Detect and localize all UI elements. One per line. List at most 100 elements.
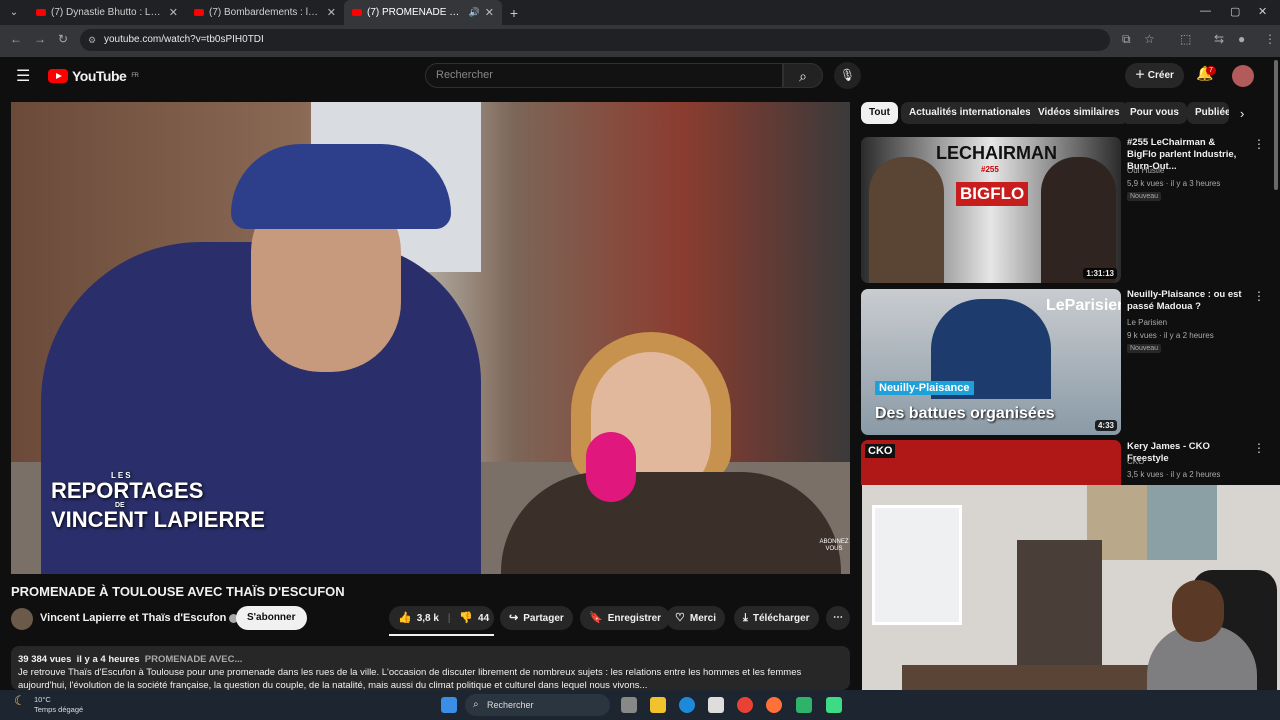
more-actions-button[interactable]: ⋯ [826, 606, 850, 630]
store-icon[interactable] [708, 697, 724, 713]
reco-menu-icon[interactable]: ⋮ [1253, 137, 1265, 151]
chip-pour-vous[interactable]: Pour vous [1122, 102, 1187, 124]
download-button[interactable]: ⤓ Télécharger [734, 606, 819, 630]
close-tab-icon[interactable]: ✕ [485, 6, 494, 19]
reco-meta-3: 3,5 k vues · il y a 2 heures [1127, 470, 1221, 479]
edge-icon[interactable] [679, 697, 695, 713]
sidebar-icon[interactable]: ⇆ [1214, 32, 1224, 46]
chip-videos-similaires[interactable]: Vidéos similaires [1030, 102, 1128, 124]
reco-channel-3[interactable]: CKO [1127, 457, 1144, 466]
save-button[interactable]: 🔖 Enregistrer [580, 606, 671, 630]
close-tab-icon[interactable]: ✕ [327, 6, 336, 19]
reload-icon[interactable]: ↻ [58, 32, 68, 46]
subscribe-button[interactable]: S'abonner [236, 606, 307, 630]
video-player[interactable]: LES REPORTAGES DE VINCENT LAPIERRE ABONN… [11, 102, 850, 574]
thumb-text-headline: Des battues organisées [875, 405, 1055, 422]
search-placeholder: Rechercher [436, 69, 493, 81]
bookmark-star-icon[interactable]: ☆ [1144, 32, 1155, 46]
reco-channel-2[interactable]: Le Parisien [1127, 318, 1167, 327]
android-icon[interactable] [826, 697, 842, 713]
video-duration: 1:31:13 [1083, 268, 1117, 279]
dislike-button[interactable]: 👎 44 [459, 612, 489, 624]
close-window-icon[interactable]: ✕ [1258, 5, 1267, 18]
taskbar-search-label: Rechercher [487, 700, 534, 710]
tab-list-icon[interactable]: ⌄ [0, 7, 28, 18]
reco-thumbnail-1[interactable]: LECHAIRMAN #255 BIGFLO 1:31:13 [861, 137, 1121, 283]
thumb-text-bigflo: BIGFLO [956, 182, 1029, 206]
app-icon[interactable] [796, 697, 812, 713]
youtube-play-icon [48, 69, 68, 83]
scrollbar[interactable] [1274, 60, 1278, 190]
voice-search-button[interactable]: 🎙 [834, 62, 861, 89]
menu-icon[interactable]: ⋮ [1264, 32, 1276, 46]
tab-2[interactable]: (7) Bombardements : la fuite et... ✕ [186, 0, 344, 25]
extensions-icon[interactable]: ⬚ [1180, 32, 1191, 46]
thanks-button[interactable]: ♡ Merci [666, 606, 725, 630]
browser-tab-bar: ⌄ (7) Dynastie Bhutto : La Saga S... ✕ (7… [0, 0, 1280, 25]
download-label: Télécharger [752, 613, 810, 624]
channel-name[interactable]: Vincent Lapierre et Thaïs d'Escufon [40, 612, 239, 624]
profile-icon[interactable]: ● [1238, 32, 1245, 46]
file-explorer-icon[interactable] [650, 697, 666, 713]
weather-temp: 10°C [34, 695, 51, 704]
share-button[interactable]: ↪ Partager [500, 606, 573, 630]
reco-menu-icon[interactable]: ⋮ [1253, 289, 1265, 303]
reco-thumbnail-2[interactable]: LeParisien Neuilly-Plaisance Des battues… [861, 289, 1121, 435]
description-meta: 39 384 vues il y a 4 heures PROMENADE AV… [18, 653, 843, 666]
weather-widget[interactable]: ☾ 10°C Temps dégagé [14, 694, 83, 715]
thanks-heart-icon: ♡ [675, 612, 685, 624]
audio-icon[interactable]: 🔊 [469, 7, 480, 18]
tab-1[interactable]: (7) Dynastie Bhutto : La Saga S... ✕ [28, 0, 186, 25]
close-tab-icon[interactable]: ✕ [169, 6, 178, 19]
chip-actualites-internationales[interactable]: Actualités internationales [901, 102, 1039, 124]
tab-3-active[interactable]: (7) PROMENADE À TOULO... 🔊 ✕ [344, 0, 502, 25]
thumb-person-left [869, 157, 944, 283]
share-label: Partager [523, 613, 564, 624]
maximize-icon[interactable]: ▢ [1230, 5, 1240, 18]
like-button[interactable]: 👍 3,8 k [398, 612, 439, 624]
microphone-icon: 🎙 [839, 68, 856, 82]
taskbar-search[interactable]: ⌕ Rechercher [465, 694, 610, 716]
site-info-icon[interactable]: ⚙ [88, 29, 96, 51]
youtube-favicon-icon [194, 9, 204, 16]
description-text: Je retrouve Thaïs d'Escufon à Toulouse p… [18, 667, 802, 690]
plus-icon: ＋ [1135, 70, 1148, 81]
download-icon: ⤓ [743, 612, 748, 624]
new-tab-button[interactable]: + [502, 5, 526, 21]
firefox-icon[interactable] [766, 697, 782, 713]
create-button[interactable]: ＋ Créer [1125, 63, 1184, 88]
reco-menu-icon[interactable]: ⋮ [1253, 441, 1265, 455]
video-watermark: ABONNEZ VOUS [819, 539, 849, 552]
search-input[interactable]: Rechercher [425, 63, 783, 88]
chrome-icon[interactable] [737, 697, 753, 713]
reco-thumbnail-3[interactable]: CKO [861, 440, 1121, 485]
video-man-cap [231, 144, 451, 229]
create-label: Créer [1147, 70, 1174, 81]
task-view-icon[interactable] [621, 697, 637, 713]
search-button[interactable]: ⌕ [783, 63, 823, 88]
channel-avatar[interactable] [11, 608, 33, 630]
back-icon[interactable]: ← [10, 32, 22, 46]
windows-start-icon[interactable] [441, 697, 457, 713]
reco-channel-1[interactable]: Oui Hustle [1127, 166, 1164, 175]
description-box[interactable]: 39 384 vues il y a 4 heures PROMENADE AV… [11, 646, 850, 690]
chip-tout[interactable]: Tout [861, 102, 898, 124]
channel-name-text: Vincent Lapierre et Thaïs d'Escufon [40, 612, 227, 624]
chevron-right-icon[interactable]: › [1240, 106, 1244, 121]
hamburger-menu-icon[interactable]: ☰ [16, 66, 30, 86]
video-overlay-logo: LES REPORTAGES DE VINCENT LAPIERRE [51, 472, 265, 531]
youtube-logo[interactable]: YouTube FR [48, 68, 139, 84]
reco-title-3[interactable]: Kery James - CKO Freestyle [1127, 441, 1247, 465]
cast-icon[interactable]: ⧉ [1122, 32, 1131, 47]
account-avatar[interactable] [1232, 65, 1254, 87]
url-field[interactable]: ⚙ youtube.com/watch?v=tb0sPIH0TDI [80, 29, 1110, 51]
forward-icon[interactable]: → [34, 32, 46, 46]
chip-publiee[interactable]: Publiée [1187, 102, 1229, 124]
reco-new-badge-1: Nouveau [1127, 192, 1162, 201]
thumb-text-leparisien: LeParisien [1046, 297, 1121, 314]
reco-meta-1: 5,9 k vues · il y a 3 heures [1127, 179, 1221, 188]
reco-title-2[interactable]: Neuilly-Plaisance : ou est passé Madoua … [1127, 289, 1247, 313]
overlay-reportages: REPORTAGES [51, 478, 204, 503]
minimize-icon[interactable]: — [1200, 5, 1211, 17]
search-icon: ⌕ [473, 699, 479, 710]
